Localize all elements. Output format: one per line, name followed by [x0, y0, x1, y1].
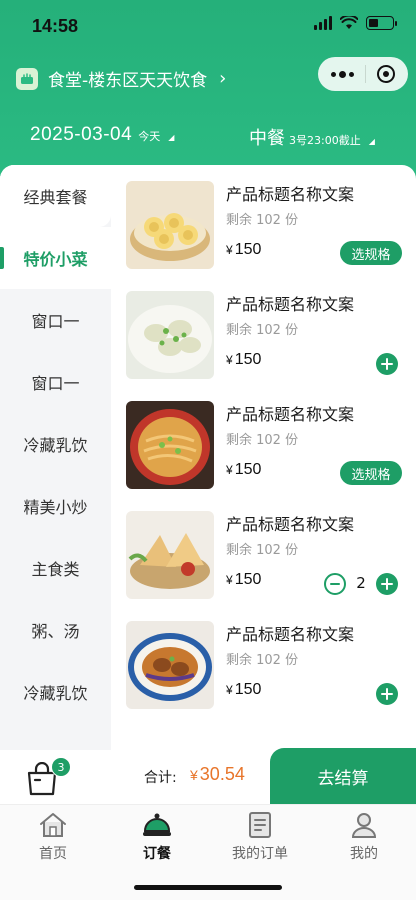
checkout-button[interactable]: 去结算: [270, 748, 416, 804]
add-to-cart-button[interactable]: [376, 683, 398, 705]
plus-icon: [381, 688, 393, 700]
choose-spec-button[interactable]: 选规格: [340, 241, 402, 265]
minus-icon: [330, 583, 340, 585]
header: 14:58 食堂-楼东区天天饮食 › 2025-03-04 今天 ◢ 中餐 3号…: [0, 0, 416, 190]
product-price: ¥150: [226, 461, 262, 478]
product-title: 产品标题名称文案: [226, 295, 355, 314]
store-name: 食堂-楼东区天天饮食: [48, 71, 208, 91]
category-item[interactable]: 主食类: [0, 537, 111, 599]
product-stock: 剩余 102 份: [226, 653, 299, 668]
chevron-right-icon: ›: [219, 68, 227, 89]
product-card[interactable]: 产品标题名称文案 剩余 102 份 ¥150 选规格: [111, 165, 416, 275]
category-item[interactable]: 冷藏乳饮: [0, 413, 111, 475]
plus-icon: [381, 358, 393, 370]
category-sidebar: 经典套餐 特价小菜 窗口一 窗口一 冷藏乳饮 精美小炒 主食类 粥、汤 冷藏乳饮: [0, 165, 111, 750]
category-label: 冷藏乳饮: [23, 436, 88, 455]
more-icon[interactable]: [331, 70, 355, 78]
decrease-quantity-button[interactable]: [324, 573, 346, 595]
selected-meal: 中餐: [249, 128, 285, 149]
cart-count-badge: 3: [51, 757, 71, 777]
product-title: 产品标题名称文案: [226, 625, 355, 644]
tab-label: 订餐: [143, 846, 171, 862]
category-item[interactable]: 冷藏乳饮: [0, 661, 111, 723]
product-stock: 剩余 102 份: [226, 323, 299, 338]
tab-label: 我的: [350, 846, 378, 862]
plus-icon: [381, 578, 393, 590]
category-label: 主食类: [31, 560, 80, 579]
product-stock: 剩余 102 份: [226, 433, 299, 448]
product-image-samosas[interactable]: [126, 511, 214, 599]
category-item[interactable]: 窗口一: [0, 351, 111, 413]
category-label: 特价小菜: [23, 250, 88, 269]
quantity-value: 2: [356, 574, 366, 592]
product-image-steamed-buns[interactable]: [126, 181, 214, 269]
product-list: 产品标题名称文案 剩余 102 份 ¥150 选规格 产品标题名称文案 剩余 1…: [111, 165, 416, 750]
total-amount: ¥30.54: [190, 764, 245, 784]
category-item[interactable]: 经典套餐: [0, 165, 111, 227]
category-label: 经典套餐: [23, 188, 88, 207]
dish-cover-icon: [143, 813, 171, 836]
category-label: 冷藏乳饮: [23, 684, 88, 703]
product-title: 产品标题名称文案: [226, 515, 355, 534]
product-image-dumplings[interactable]: [126, 291, 214, 379]
cart-bar: 3 合计: ¥30.54 去结算: [0, 748, 416, 804]
product-card[interactable]: 产品标题名称文案 剩余 102 份 ¥150 2: [111, 495, 416, 605]
product-card[interactable]: 产品标题名称文案 剩余 102 份 ¥150: [111, 275, 416, 385]
add-to-cart-button[interactable]: [376, 353, 398, 375]
product-title: 产品标题名称文案: [226, 405, 355, 424]
product-price: ¥150: [226, 681, 262, 698]
product-title: 产品标题名称文案: [226, 185, 355, 204]
status-icons: [314, 16, 397, 30]
product-price: ¥150: [226, 241, 262, 258]
product-card[interactable]: 产品标题名称文案 剩余 102 份 ¥150 选规格: [111, 385, 416, 495]
product-price: ¥150: [226, 351, 262, 368]
category-item[interactable]: 窗口一: [0, 289, 111, 351]
product-stock: 剩余 102 份: [226, 543, 299, 558]
meal-selector[interactable]: 中餐 3号23:00截止 ◢: [249, 124, 375, 150]
status-time: 14:58: [32, 16, 79, 36]
product-price: ¥150: [226, 571, 262, 588]
home-icon: [40, 813, 66, 837]
category-item[interactable]: 粥、汤: [0, 599, 111, 661]
mini-program-capsule: [318, 57, 408, 91]
category-label: 粥、汤: [31, 622, 80, 641]
caret-down-icon: ◢: [368, 137, 375, 146]
product-image-spicy-noodles[interactable]: [126, 401, 214, 489]
total-label: 合计:: [144, 770, 177, 786]
product-image-stewed-dish[interactable]: [126, 621, 214, 709]
tab-home[interactable]: 首页: [13, 811, 93, 863]
battery-icon: [366, 16, 397, 30]
category-label: 窗口一: [31, 374, 80, 393]
canteen-icon: [16, 67, 38, 90]
tab-mine[interactable]: 我的: [324, 811, 404, 863]
menu-body: 经典套餐 特价小菜 窗口一 窗口一 冷藏乳饮 精美小炒 主食类 粥、汤 冷藏乳饮: [0, 165, 416, 750]
store-selector[interactable]: 食堂-楼东区天天饮食 ›: [16, 66, 226, 91]
tab-label: 我的订单: [232, 846, 288, 862]
increase-quantity-button[interactable]: [376, 573, 398, 595]
tab-label: 首页: [39, 846, 67, 862]
selected-date: 2025-03-04: [30, 124, 133, 145]
tab-my-orders[interactable]: 我的订单: [220, 811, 300, 863]
choose-spec-button[interactable]: 选规格: [340, 461, 402, 485]
status-bar: 14:58: [0, 0, 416, 54]
home-indicator: [134, 885, 282, 890]
category-label: 精美小炒: [23, 498, 88, 517]
signal-icon: [314, 16, 332, 30]
tab-order-meal[interactable]: 订餐: [117, 811, 197, 863]
product-card[interactable]: 产品标题名称文案 剩余 102 份 ¥150: [111, 605, 416, 715]
category-item[interactable]: 精美小炒: [0, 475, 111, 537]
date-selector[interactable]: 2025-03-04 今天 ◢: [30, 124, 174, 146]
wifi-icon: [340, 16, 358, 29]
category-label: 窗口一: [31, 312, 80, 331]
tab-bar: 首页 订餐 我的订单 我的: [0, 804, 416, 900]
close-target-icon[interactable]: [376, 65, 395, 83]
meal-deadline: 3号23:00截止: [289, 134, 361, 147]
user-icon: [351, 813, 377, 838]
product-stock: 剩余 102 份: [226, 213, 299, 228]
category-item-active[interactable]: 特价小菜: [0, 227, 111, 289]
date-note: 今天: [138, 130, 161, 143]
order-list-icon: [249, 812, 271, 838]
caret-down-icon: ◢: [168, 133, 175, 142]
